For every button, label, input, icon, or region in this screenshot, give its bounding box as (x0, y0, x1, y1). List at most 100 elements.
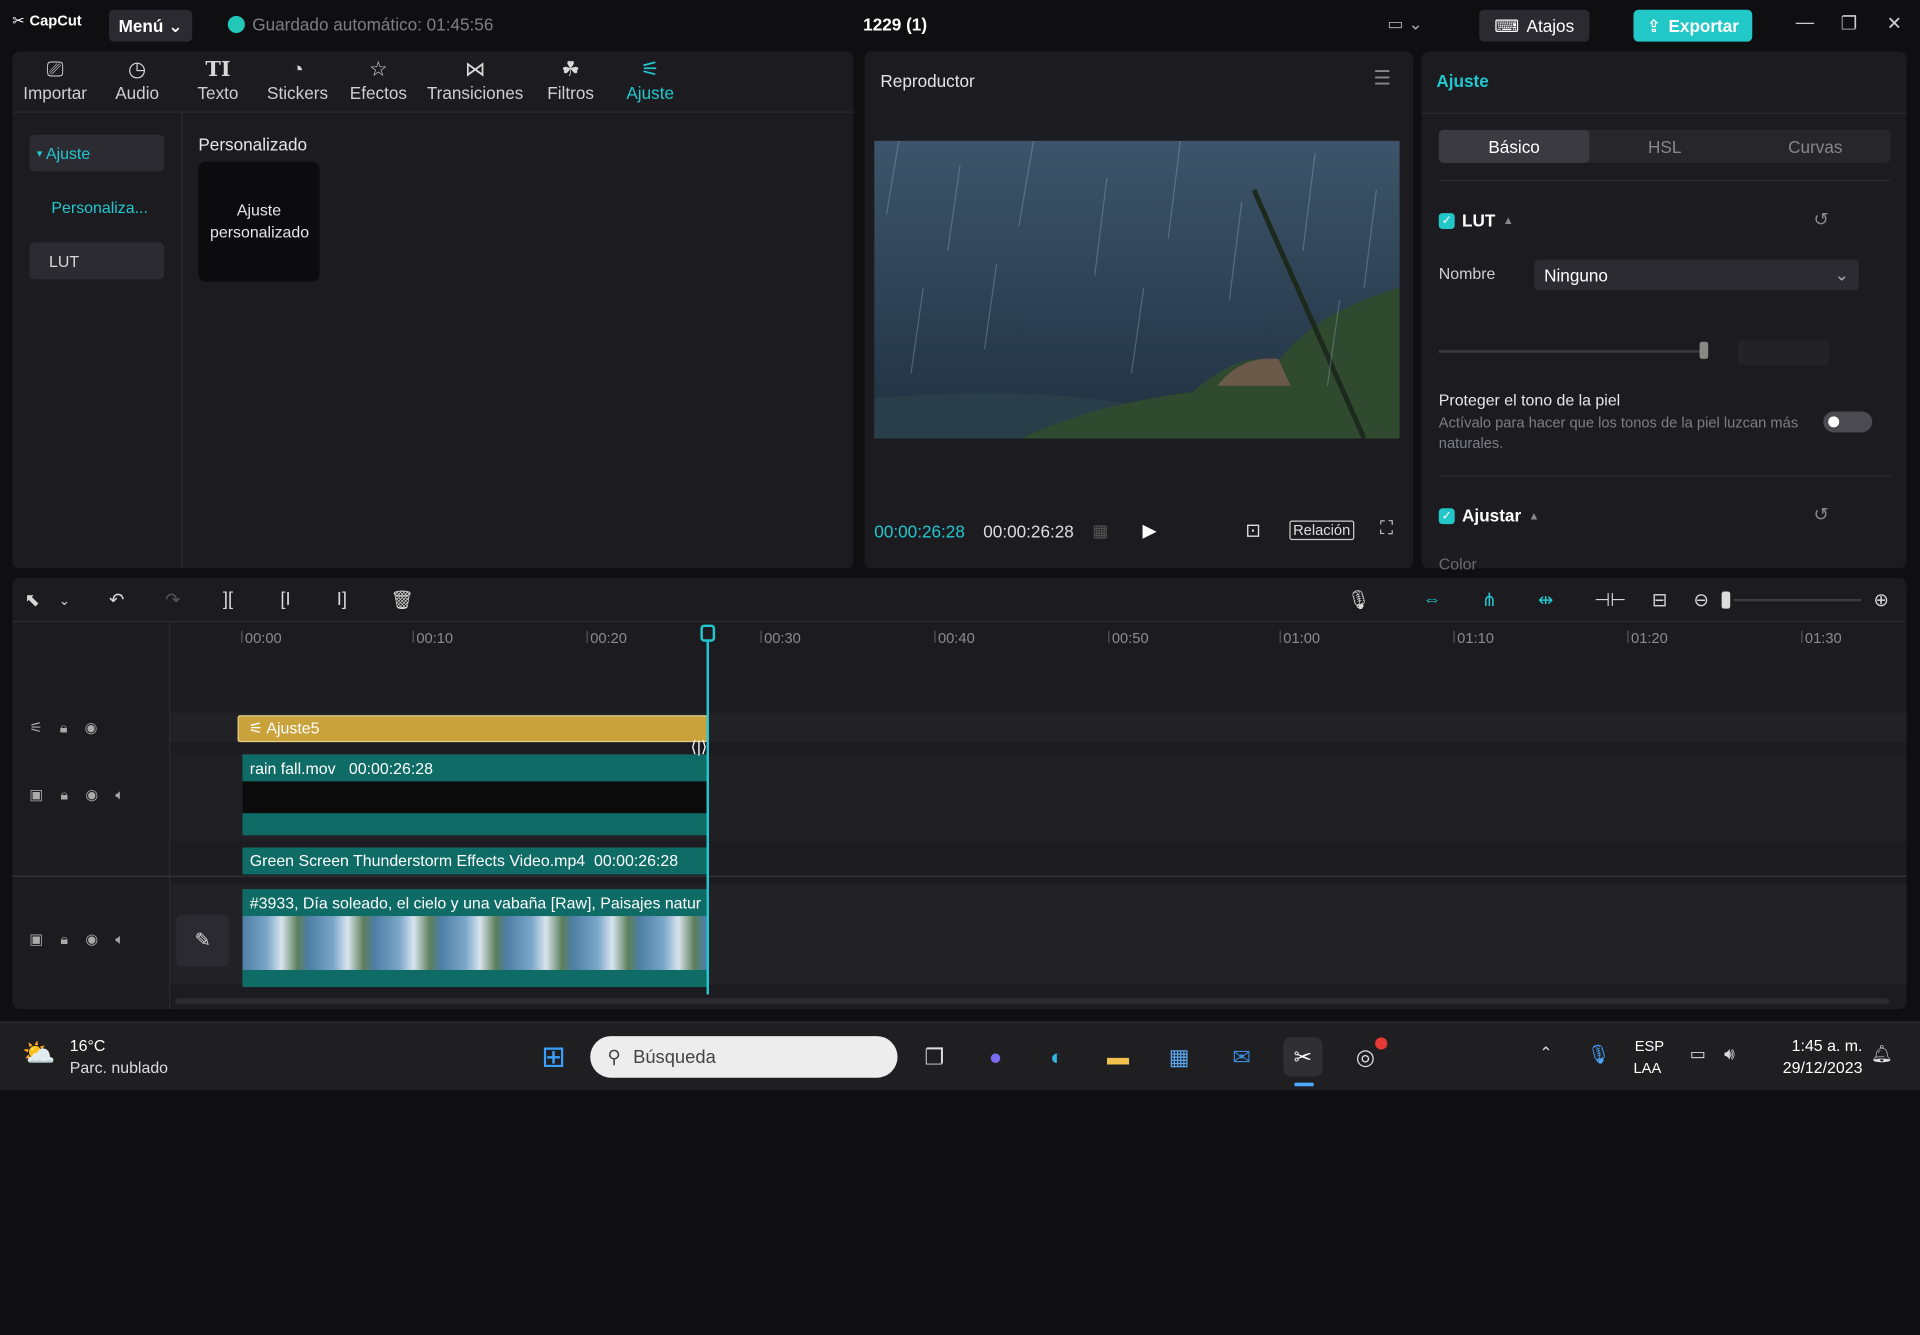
trim-left-icon[interactable]: [I (280, 589, 290, 610)
volume-icon[interactable]: 🔈︎ (115, 786, 124, 804)
taskbar-search[interactable]: ⚲ Búsqueda (590, 1036, 898, 1078)
restore-icon[interactable]: ❐ (1834, 12, 1863, 39)
speaker-icon[interactable]: 🔊︎ (1724, 1043, 1735, 1064)
tab-stickers[interactable]: ◔ Stickers (255, 56, 341, 110)
divider (1438, 475, 1891, 477)
chevron-up-icon[interactable]: ⌃ (1539, 1043, 1552, 1063)
volume-icon[interactable]: 🔈︎ (115, 931, 124, 949)
lock-icon[interactable]: 🔒︎ (60, 719, 68, 737)
zoom-in-icon[interactable]: ⊕ (1873, 589, 1888, 611)
undo-icon[interactable]: ↶ (109, 589, 124, 611)
tab-adjust[interactable]: ⚟ Ajuste (607, 56, 693, 110)
lut-intensity-input[interactable] (1737, 340, 1830, 365)
task-view-icon[interactable]: ❐ (915, 1037, 954, 1076)
edge-icon[interactable]: ◐ (1037, 1037, 1076, 1076)
align-icon[interactable]: ⊣⊢ (1594, 589, 1626, 611)
delete-icon[interactable]: 🗑 (391, 589, 414, 611)
hamburger-icon[interactable]: ☰ (1373, 66, 1391, 90)
zoom-slider-handle[interactable] (1721, 591, 1731, 609)
tab-filters[interactable]: ☘ Filtros (528, 56, 614, 110)
mail-icon[interactable]: ✉ (1222, 1037, 1261, 1076)
chevron-down-icon[interactable]: ⌄ (59, 593, 70, 609)
rain-clip[interactable]: rain fall.mov 00:00:26:28 (242, 754, 708, 836)
lut-name-select[interactable]: Ninguno ⌄ (1534, 259, 1859, 291)
language-code[interactable]: ESP (1635, 1037, 1664, 1054)
slider-handle[interactable] (1699, 341, 1709, 359)
lut-section-header[interactable]: ✓ LUT ▲ (1438, 211, 1514, 230)
edit-cover-icon[interactable]: ✎ (176, 914, 229, 967)
search-icon: ⚲ (607, 1047, 621, 1068)
adjust-clip[interactable]: ⚟ Ajuste5 (237, 715, 708, 743)
checkbox-checked-icon[interactable]: ✓ (1438, 507, 1455, 524)
lut-intensity-slider[interactable] (1438, 350, 1709, 353)
capcut-taskbar-icon[interactable]: ✂ (1283, 1037, 1323, 1077)
magnet-icon[interactable]: ⋔ (1482, 589, 1497, 611)
lock-icon[interactable]: 🔒︎ (60, 931, 68, 949)
tab-effects[interactable]: ☆ Efectos (336, 56, 422, 110)
preview-axis-icon[interactable]: ⊟ (1652, 589, 1667, 611)
keyboard-layout[interactable]: LAA (1633, 1059, 1661, 1076)
timeline-scrollbar[interactable] (175, 998, 1890, 1005)
windows-start-icon[interactable]: ⊞ (534, 1037, 573, 1076)
grid-icon[interactable]: ▦ (1092, 520, 1108, 541)
zoom-out-icon[interactable]: ⊖ (1693, 589, 1708, 611)
custom-adjust-card[interactable]: Ajuste personalizado (198, 161, 320, 282)
menu-button[interactable]: Menú ⌄ (108, 9, 193, 42)
link-icon[interactable]: ⇔ (1423, 589, 1441, 610)
tab-transitions[interactable]: ⋈ Transiciones (426, 56, 524, 110)
redo-icon[interactable]: ↷ (165, 589, 180, 611)
video-preview[interactable] (874, 140, 1400, 439)
main-video-clip[interactable]: #3933, Día soleado, el cielo y una vabañ… (242, 889, 708, 988)
reset-icon[interactable]: ↺ (1813, 208, 1828, 230)
bell-icon[interactable]: 🔔︎ (1871, 1043, 1893, 1064)
video-track-icon: ▣ (29, 786, 44, 804)
tab-audio[interactable]: ◷ Audio (94, 56, 180, 110)
shortcuts-button[interactable]: ⌨ Atajos (1479, 9, 1590, 42)
store-icon[interactable]: ▦ (1160, 1037, 1199, 1076)
adjust-panel-title: Ajuste (1436, 71, 1489, 91)
lock-icon[interactable]: 🔒︎ (60, 786, 68, 804)
tab-hsl[interactable]: HSL (1589, 130, 1740, 163)
export-button[interactable]: ⇪ Exportar (1633, 9, 1753, 42)
playhead[interactable] (706, 627, 709, 995)
minimize-icon[interactable]: — (1790, 12, 1819, 39)
sidebar-item-ajuste[interactable]: ▾ Ajuste (29, 134, 165, 172)
tab-curvas[interactable]: Curvas (1740, 130, 1891, 163)
split-icon[interactable]: ][ (223, 589, 233, 610)
snap-icon[interactable]: ⇹ (1538, 589, 1553, 611)
fullscreen-icon[interactable]: ⛶ (1380, 518, 1393, 539)
clock-date[interactable]: 29/12/2023 (1768, 1058, 1863, 1076)
sidebar-item-lut[interactable]: LUT (29, 242, 165, 280)
playhead-handle[interactable] (700, 624, 716, 642)
ratio-button[interactable]: Relación (1289, 520, 1354, 541)
microphone-icon[interactable]: 🎙 (1347, 589, 1370, 611)
clock-time[interactable]: 1:45 a. m. (1768, 1036, 1863, 1054)
eye-icon[interactable]: ◉ (85, 719, 98, 737)
microphone-icon[interactable]: 🎙 (1587, 1043, 1610, 1066)
ajustar-section-header[interactable]: ✓ Ajustar ▲ (1438, 506, 1539, 525)
select-cursor-icon[interactable]: ⬉ (24, 589, 39, 611)
checkbox-checked-icon[interactable]: ✓ (1438, 212, 1455, 229)
section-title: Personalizado (198, 134, 308, 155)
autosave-status: Guardado automático: 01:45:56 (227, 15, 493, 34)
network-icon[interactable]: ▭ (1690, 1043, 1706, 1064)
zoom-slider[interactable] (1733, 598, 1862, 602)
tab-basico[interactable]: Básico (1438, 129, 1590, 163)
tab-text[interactable]: TI Texto (175, 56, 261, 110)
skin-protect-toggle[interactable] (1823, 411, 1873, 433)
layout-icon[interactable]: ▭ ⌄ (1387, 13, 1422, 34)
eye-icon[interactable]: ◉ (85, 931, 98, 949)
reset-icon[interactable]: ↺ (1813, 503, 1828, 526)
screenshot-icon[interactable]: ⊡ (1245, 519, 1260, 541)
sticker-icon: ◔ (291, 57, 304, 81)
weather-icon[interactable]: ⛅ (22, 1037, 56, 1069)
file-explorer-icon[interactable]: ▬ (1098, 1037, 1137, 1076)
play-icon[interactable]: ▶ (1142, 519, 1156, 541)
tab-import[interactable]: ⎚ Importar (12, 56, 98, 110)
eye-icon[interactable]: ◉ (85, 786, 98, 804)
close-icon[interactable]: ✕ (1880, 12, 1909, 39)
trim-right-icon[interactable]: I] (337, 589, 347, 610)
sidebar-item-personalizado[interactable]: Personaliza... (29, 189, 164, 226)
teams-icon[interactable]: ● (976, 1037, 1015, 1076)
green-screen-clip[interactable]: Green Screen Thunderstorm Effects Video.… (242, 847, 708, 875)
